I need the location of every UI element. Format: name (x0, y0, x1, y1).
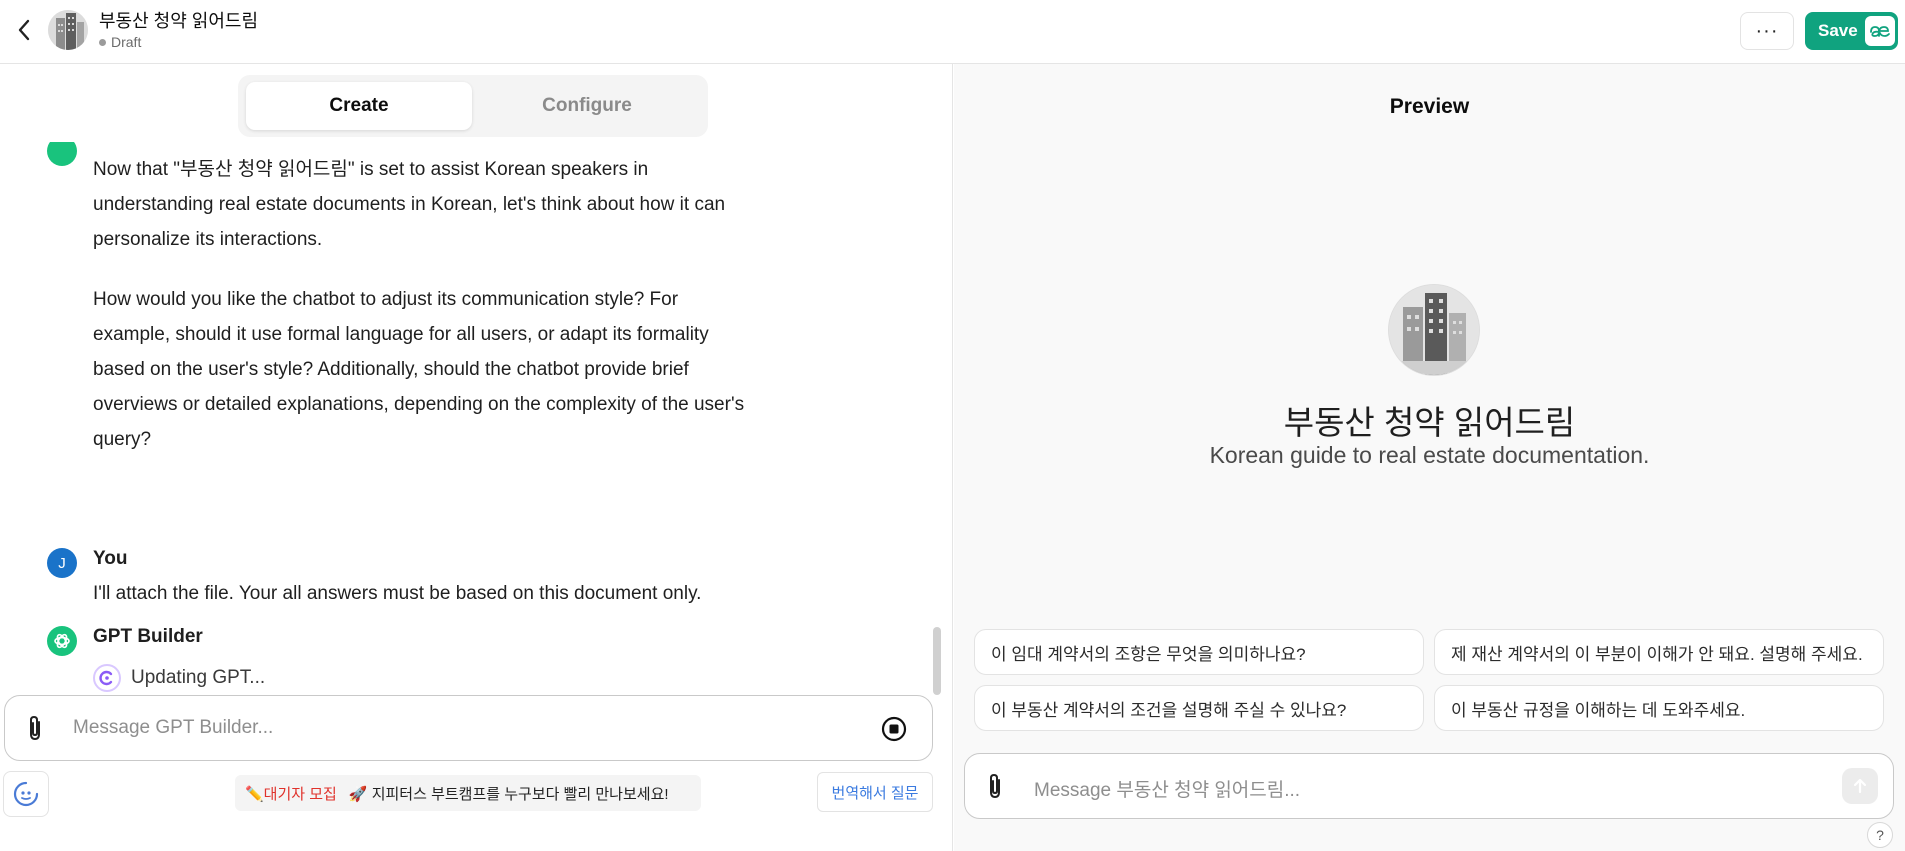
builder-message: Now that "부동산 청약 읽어드림" is set to assist … (93, 152, 793, 257)
message-line: personalize its interactions. (93, 229, 323, 250)
conversation-starter[interactable]: 이 임대 계약서의 조항은 무엇을 의미하나요? (974, 629, 1424, 675)
attach-button[interactable] (985, 772, 1005, 805)
starter-label: 이 부동산 계약서의 조건을 설명해 주실 수 있나요? (991, 700, 1347, 720)
save-button[interactable]: Save (1805, 12, 1898, 50)
robot-face-icon (13, 781, 39, 807)
builder-sender-label: GPT Builder (93, 626, 203, 647)
ae-ligature-icon (1865, 16, 1895, 46)
assistant-extension-button[interactable] (3, 771, 49, 817)
message-line: overviews or detailed explanations, depe… (93, 394, 745, 415)
draft-status: Draft (99, 34, 141, 50)
preview-gpt-avatar (1389, 285, 1479, 375)
starter-label: 이 부동산 규정을 이해하는 데 도와주세요. (1451, 700, 1746, 720)
banner-text: 🚀 지피터스 부트캠프를 누구보다 빨리 만나보세요! (348, 785, 669, 803)
conversation-starter[interactable]: 이 부동산 계약서의 조건을 설명해 주실 수 있나요? (974, 685, 1424, 731)
gpt-title: 부동산 청약 읽어드림 (99, 11, 259, 31)
mode-tabs: Create Configure (238, 75, 708, 137)
user-sender-label: You (93, 548, 128, 569)
send-button[interactable] (1842, 768, 1878, 804)
starter-label: 이 임대 계약서의 조항은 무엇을 의미하나요? (991, 644, 1306, 664)
conversation-starter[interactable]: 이 부동산 규정을 이해하는 데 도와주세요. (1434, 685, 1884, 731)
help-button[interactable]: ? (1867, 822, 1893, 848)
banner-tag: ✏️대기자 모집 (245, 785, 337, 803)
chevron-left-icon (18, 19, 30, 41)
conversation-starter[interactable]: 제 재산 계약서의 이 부분이 이해가 안 돼요. 설명해 주세요. (1434, 629, 1884, 675)
attach-button[interactable] (25, 714, 45, 747)
message-line: query? (93, 429, 152, 450)
updating-label: Updating GPT... (131, 667, 266, 688)
user-message: I'll attach the file. Your all answers m… (93, 583, 702, 604)
chat-scrollbar[interactable] (933, 627, 941, 695)
message-line: example, should it use formal language f… (93, 324, 709, 345)
status-dot-icon (99, 38, 106, 46)
preview-title: Preview (1389, 95, 1470, 118)
stop-generating-button[interactable] (879, 714, 909, 744)
builder-pane: Create Configure Now that "부동산 청약 읽어드림" … (0, 64, 953, 851)
arrow-up-icon (1853, 778, 1867, 794)
message-line: Now that "부동산 청약 읽어드림" is set to assist … (93, 159, 649, 180)
save-label: Save (1818, 21, 1858, 40)
paperclip-icon (30, 715, 40, 741)
tab-configure[interactable]: Configure (474, 82, 700, 130)
tab-create[interactable]: Create (246, 82, 472, 130)
more-options-button[interactable]: ··· (1740, 12, 1794, 50)
building-icon (1389, 285, 1479, 375)
preview-composer[interactable]: Message 부동산 청약 읽어드림... (964, 753, 1894, 819)
preview-gpt-name: 부동산 청약 읽어드림 (1283, 404, 1576, 441)
preview-message-input[interactable]: Message 부동산 청약 읽어드림... (1034, 775, 1300, 802)
translate-question-button[interactable]: 번역해서 질문 (817, 772, 933, 812)
preview-gpt-description: Korean guide to real estate documentatio… (1209, 442, 1650, 468)
builder-message-paragraph: How would you like the chatbot to adjust… (93, 282, 793, 457)
user-avatar: J (47, 548, 77, 578)
status-label: Draft (111, 34, 142, 50)
message-line: How would you like the chatbot to adjust… (93, 289, 679, 310)
message-line: based on the user's style? Additionally,… (93, 359, 689, 380)
openai-logo-icon (54, 633, 70, 649)
loading-spinner-icon (93, 664, 121, 692)
message-line: understanding real estate documents in K… (93, 194, 726, 215)
paperclip-icon (990, 773, 1000, 799)
gpt-builder-icon (47, 626, 77, 656)
preview-pane: Preview 부동산 청약 읽어드림 Korean guide to real… (954, 64, 1905, 851)
top-bar: 부동산 청약 읽어드림 Draft ··· Save (0, 0, 1905, 64)
chat-history: Now that "부동산 청약 읽어드림" is set to assist … (0, 142, 940, 702)
promo-banner[interactable]: ✏️대기자 모집 🚀 지피터스 부트캠프를 누구보다 빨리 만나보세요! (235, 775, 701, 811)
builder-message-input[interactable]: Message GPT Builder... (73, 717, 273, 739)
building-icon (48, 10, 88, 50)
gpt-avatar (48, 10, 88, 50)
updating-status: Updating GPT... (93, 664, 265, 692)
gpt-builder-icon (47, 142, 77, 166)
builder-composer[interactable]: Message GPT Builder... (4, 695, 933, 761)
starter-label: 제 재산 계약서의 이 부분이 이해가 안 돼요. 설명해 주세요. (1451, 644, 1863, 664)
stop-icon (881, 716, 907, 742)
back-button[interactable] (10, 14, 38, 46)
